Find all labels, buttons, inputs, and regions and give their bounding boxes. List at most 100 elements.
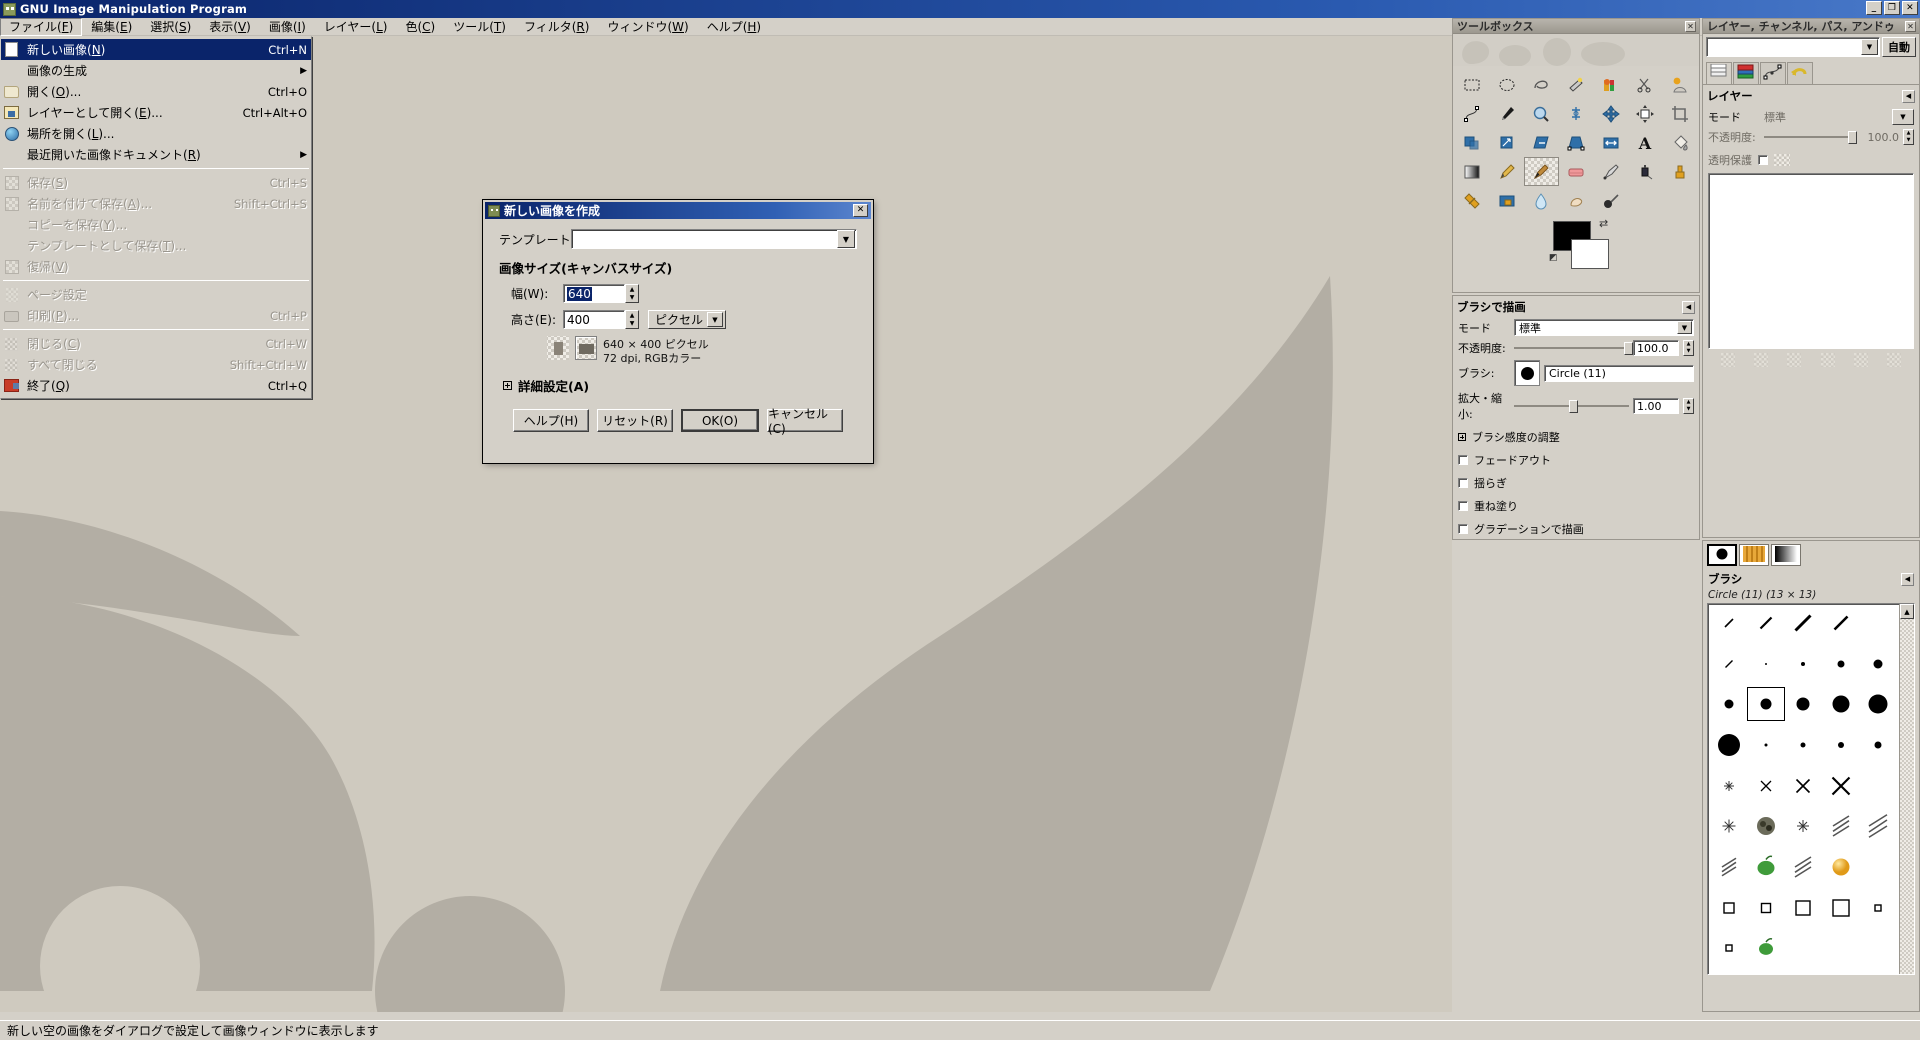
ok-button[interactable]: OK(O) — [681, 409, 759, 432]
scale-value-field[interactable]: 1.00 — [1633, 398, 1679, 414]
brush-cell[interactable] — [1822, 891, 1859, 925]
layers-collapse-button[interactable]: ◀ — [1902, 90, 1915, 103]
flip-tool[interactable] — [1593, 128, 1628, 157]
brush-cell[interactable] — [1860, 687, 1897, 721]
brush-cell[interactable] — [1822, 850, 1859, 884]
chevron-down-icon[interactable]: ▼ — [1861, 39, 1878, 55]
airbrush-tool[interactable] — [1593, 157, 1628, 186]
delete-layer-icon[interactable] — [1887, 353, 1901, 367]
brush-cell[interactable] — [1822, 931, 1859, 965]
brush-cell[interactable] — [1710, 647, 1747, 681]
anchor-layer-icon[interactable] — [1854, 353, 1868, 367]
lock-alpha-checkbox[interactable] — [1758, 155, 1768, 165]
brushes-tab[interactable] — [1707, 544, 1737, 566]
by-color-select-tool[interactable] — [1593, 70, 1628, 99]
paintbrush-tool[interactable] — [1524, 157, 1559, 186]
checkbox[interactable] — [1458, 478, 1468, 488]
menu-6[interactable]: 色(C) — [396, 18, 444, 36]
brush-cell[interactable] — [1747, 809, 1784, 843]
landscape-orientation-button[interactable] — [575, 336, 597, 360]
scale-tool[interactable] — [1490, 128, 1525, 157]
height-input[interactable]: 400 — [563, 310, 625, 329]
swap-colors-icon[interactable]: ⇄ — [1599, 217, 1608, 230]
slider-knob[interactable] — [1624, 342, 1633, 355]
brush-cell[interactable] — [1710, 606, 1747, 640]
chevron-down-icon[interactable]: ▼ — [1892, 109, 1914, 125]
file-menu-item-4[interactable]: 場所を開く(L)... — [1, 123, 311, 144]
brush-cell[interactable] — [1710, 809, 1747, 843]
menu-5[interactable]: レイヤー(L) — [315, 18, 397, 36]
brush-cell[interactable] — [1747, 891, 1784, 925]
brush-cell[interactable] — [1822, 769, 1859, 803]
file-menu-item-3[interactable]: レイヤーとして開く(E)...Ctrl+Alt+O — [1, 102, 311, 123]
scale-stepper[interactable]: ▲▼ — [1683, 398, 1694, 414]
brush-cell[interactable] — [1822, 647, 1859, 681]
tool-option-row-1[interactable]: 揺らぎ — [1453, 473, 1699, 493]
chevron-down-icon[interactable]: ▼ — [1677, 321, 1692, 334]
layers-tab[interactable] — [1706, 62, 1732, 84]
lower-layer-icon[interactable] — [1787, 353, 1801, 367]
brush-cell[interactable] — [1710, 850, 1747, 884]
rotate-tool[interactable] — [1455, 128, 1490, 157]
brushes-scrollbar[interactable]: ▲ — [1899, 604, 1914, 974]
bucket-fill-tool[interactable] — [1662, 128, 1697, 157]
brush-cell[interactable] — [1860, 850, 1897, 884]
brush-cell[interactable] — [1785, 728, 1822, 762]
menu-4[interactable]: 画像(I) — [260, 18, 315, 36]
menu-2[interactable]: 選択(S) — [141, 18, 200, 36]
brushes-collapse-button[interactable]: ◀ — [1901, 573, 1914, 586]
dialog-close-button[interactable]: ✕ — [853, 204, 868, 217]
raise-layer-icon[interactable] — [1754, 353, 1768, 367]
brush-cell[interactable] — [1785, 769, 1822, 803]
background-color-swatch[interactable] — [1571, 239, 1609, 269]
layer-opacity-slider[interactable] — [1764, 131, 1857, 143]
brush-cell[interactable] — [1822, 606, 1859, 640]
brushes-grid[interactable] — [1708, 604, 1899, 974]
file-menu-item-18[interactable]: 終了(Q)Ctrl+Q — [1, 375, 311, 396]
brush-cell[interactable] — [1822, 687, 1859, 721]
close-button[interactable]: ✕ — [1902, 1, 1918, 15]
brush-cell[interactable] — [1747, 728, 1784, 762]
duplicate-layer-icon[interactable] — [1821, 353, 1835, 367]
maximize-button[interactable]: ❐ — [1884, 1, 1900, 15]
brush-cell[interactable] — [1860, 728, 1897, 762]
file-menu-item-0[interactable]: 新しい画像(N)Ctrl+N — [1, 39, 311, 60]
paths-tool[interactable] — [1455, 99, 1490, 128]
cancel-button[interactable]: キャンセル(C) — [767, 409, 843, 432]
mode-combobox[interactable]: 標準 ▼ — [1514, 319, 1694, 336]
brush-cell[interactable] — [1785, 606, 1822, 640]
brush-cell[interactable] — [1860, 647, 1897, 681]
brush-cell[interactable] — [1710, 728, 1747, 762]
brush-cell[interactable] — [1747, 931, 1784, 965]
menu-9[interactable]: ウィンドウ(W) — [598, 18, 697, 36]
reset-button[interactable]: リセット(R) — [597, 409, 673, 432]
tool-option-row-2[interactable]: 重ね塗り — [1453, 496, 1699, 516]
blur-sharpen-tool[interactable] — [1524, 186, 1559, 215]
file-menu-item-5[interactable]: 最近開いた画像ドキュメント(R)▶ — [1, 144, 311, 165]
toolbox-close-button[interactable]: ✕ — [1685, 21, 1696, 32]
checkbox[interactable] — [1458, 455, 1468, 465]
width-stepper[interactable]: ▲▼ — [625, 284, 639, 303]
tool-option-row-0[interactable]: フェードアウト — [1453, 450, 1699, 470]
brush-cell[interactable] — [1747, 769, 1784, 803]
help-button[interactable]: ヘルプ(H) — [513, 409, 589, 432]
new-layer-icon[interactable] — [1721, 353, 1735, 367]
ink-tool[interactable] — [1628, 157, 1663, 186]
tool-option-row-3[interactable]: グラデーションで描画 — [1453, 519, 1699, 539]
image-selector-combobox[interactable]: ▼ — [1706, 37, 1880, 57]
move-tool[interactable] — [1593, 99, 1628, 128]
measure-tool[interactable] — [1559, 99, 1594, 128]
brush-cell[interactable] — [1710, 769, 1747, 803]
portrait-orientation-button[interactable] — [547, 336, 569, 360]
heal-tool[interactable] — [1455, 186, 1490, 215]
scissors-select-tool[interactable] — [1628, 70, 1663, 99]
minimize-button[interactable]: _ — [1866, 1, 1882, 15]
perspective-tool[interactable] — [1559, 128, 1594, 157]
smudge-tool[interactable] — [1559, 186, 1594, 215]
brush-cell[interactable] — [1785, 647, 1822, 681]
slider-knob[interactable] — [1848, 131, 1857, 144]
menu-1[interactable]: 編集(E) — [82, 18, 141, 36]
perspective-clone-tool[interactable] — [1490, 186, 1525, 215]
opacity-stepper[interactable]: ▲▼ — [1683, 340, 1694, 356]
ellipse-select-tool[interactable] — [1490, 70, 1525, 99]
